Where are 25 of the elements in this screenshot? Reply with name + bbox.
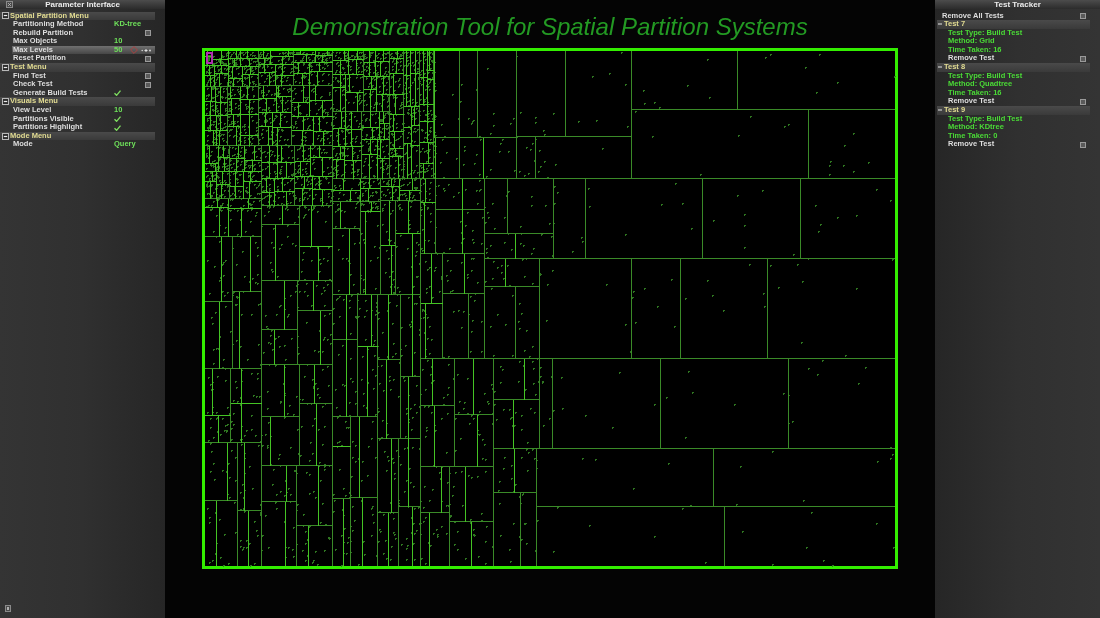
checkmark-icon[interactable] xyxy=(114,124,121,131)
square-icon[interactable] xyxy=(6,1,13,8)
square-icon[interactable] xyxy=(145,81,151,88)
collapse-icon[interactable] xyxy=(2,132,9,140)
minus-icon[interactable] xyxy=(938,65,942,70)
square-icon[interactable] xyxy=(145,55,151,62)
minus-icon[interactable] xyxy=(938,22,942,27)
collapse-icon[interactable] xyxy=(2,12,9,20)
app-title: Demonstration Tool for Spatial Partition Systems xyxy=(292,13,808,41)
panel-title: Test Tracker xyxy=(994,0,1041,9)
cursor-ring-icon xyxy=(130,46,138,55)
square-icon[interactable] xyxy=(1080,98,1086,105)
square-icon[interactable] xyxy=(1080,12,1086,19)
checkmark-icon[interactable] xyxy=(114,115,121,122)
minus-icon[interactable] xyxy=(938,108,942,113)
stepper-icon[interactable] xyxy=(141,47,151,53)
square-icon[interactable] xyxy=(145,30,151,36)
square-icon[interactable] xyxy=(145,72,151,79)
square-icon[interactable] xyxy=(1080,55,1086,62)
panel-title: Parameter Interface xyxy=(45,0,120,9)
checkmark-icon[interactable] xyxy=(114,90,121,97)
collapse-icon[interactable] xyxy=(2,63,9,71)
square-icon[interactable] xyxy=(1080,141,1086,148)
square-icon[interactable] xyxy=(5,605,11,612)
collapse-icon[interactable] xyxy=(2,98,9,106)
